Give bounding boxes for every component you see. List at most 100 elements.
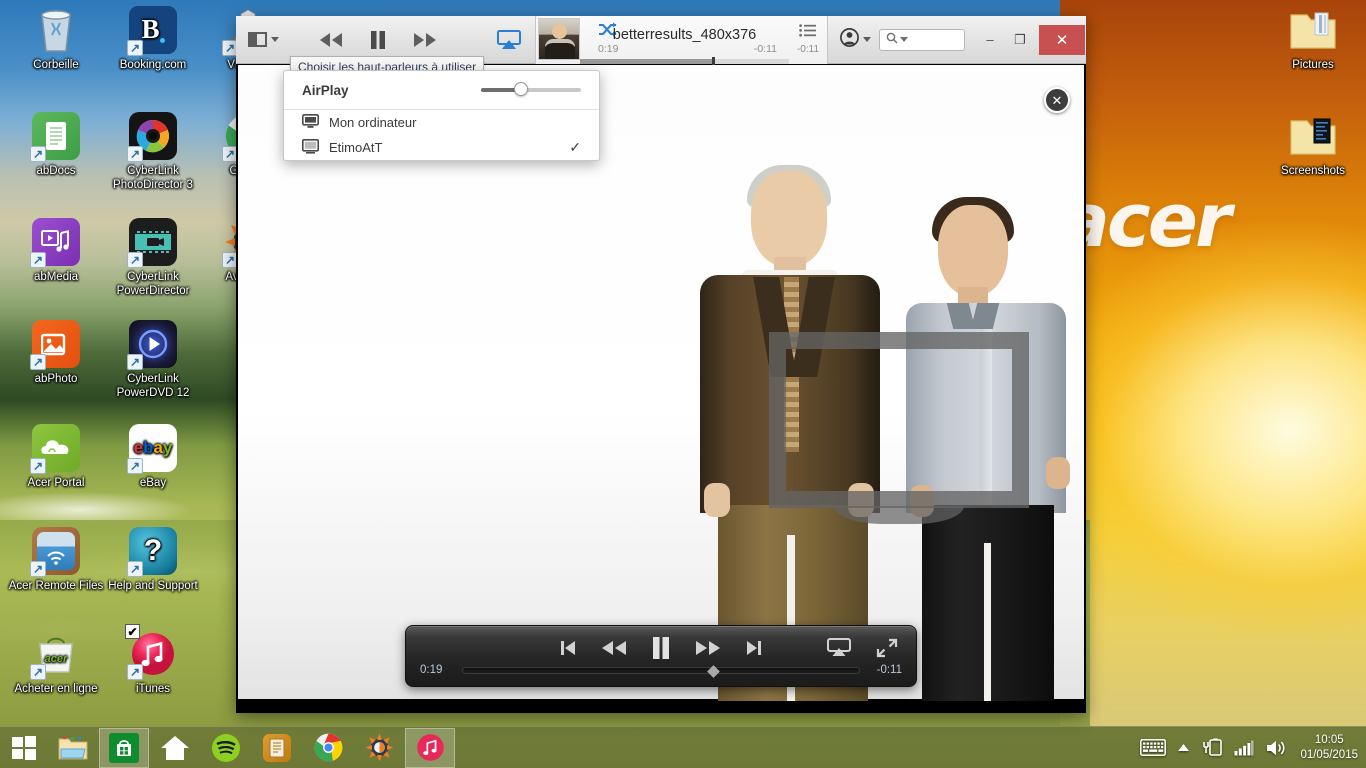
desktop-icon-cyberlink-photodirector[interactable]: ↗ CyberLink PhotoDirector 3 [105, 112, 201, 192]
clock-time: 10:05 [1314, 733, 1344, 746]
selection-checkbox[interactable]: ✔ [125, 624, 140, 639]
start-button[interactable] [0, 727, 48, 768]
desktop-icon-screenshots-folder[interactable]: Screenshots [1265, 112, 1361, 179]
taskbar-item-spotify[interactable] [201, 728, 251, 768]
system-tray: 10:05 01/05/2015 [1140, 727, 1366, 768]
desktop-icon-label: Corbeille [33, 59, 79, 71]
video-scrub-track[interactable] [462, 664, 860, 678]
desktop-icon-abdocs[interactable]: ↗ abDocs [8, 112, 104, 179]
list-icon[interactable] [799, 24, 817, 42]
elapsed-time: 0:19 [598, 42, 619, 55]
maximize-button[interactable]: ❐ [1005, 29, 1035, 51]
taskbar-item-windows-store[interactable] [99, 727, 149, 768]
taskbar-item-file-explorer[interactable] [48, 728, 98, 768]
desktop-icon-abphoto[interactable]: ↗ abPhoto [8, 320, 104, 387]
account-icon [840, 27, 859, 52]
desktop-icon-cyberlink-powerdirector[interactable]: ↗ CyberLink PowerDirector [105, 218, 201, 298]
fullscreen-icon[interactable] [876, 638, 898, 658]
airplay-device-mon-ordinateur[interactable]: Mon ordinateur [284, 110, 599, 135]
volume-knob[interactable] [513, 82, 528, 96]
taskbar-item-itunes[interactable] [405, 727, 455, 768]
video-scrub-knob[interactable] [706, 664, 720, 678]
shortcut-arrow-icon: ↗ [127, 146, 143, 162]
taskbar-item-notes[interactable] [252, 728, 302, 768]
tv-graphic-frame [769, 332, 1029, 508]
minimize-button[interactable]: – [975, 29, 1005, 51]
selected-check-icon: ✓ [569, 139, 581, 155]
album-artwork [538, 17, 580, 60]
desktop-icon-acer-remote-files[interactable]: ↗ Acer Remote Files [8, 527, 104, 594]
display-icon [302, 138, 319, 157]
desktop-icon-label: Booking.com [119, 59, 187, 71]
video-remaining-time: -0:11 [876, 664, 902, 676]
fast-forward-icon[interactable] [693, 639, 723, 657]
taskbar-item-avast[interactable] [354, 728, 404, 768]
desktop-icon-help-and-support[interactable]: ? ↗ Help and Support [105, 527, 201, 594]
desktop-icon-ebay[interactable]: e b a y ↗ eBay [105, 424, 201, 491]
airplay-button[interactable] [493, 26, 525, 54]
airplay-device-etimoatt[interactable]: EtimoAtT ✓ [284, 135, 599, 160]
desktop-icon-acer-portal[interactable]: ↗ Acer Portal [8, 424, 104, 491]
shortcut-arrow-icon: ↗ [127, 40, 143, 56]
shortcut-arrow-icon: ↗ [127, 561, 143, 577]
airplay-volume-slider[interactable] [481, 82, 581, 97]
left-person-hand-left [704, 483, 730, 517]
desktop-icon-pictures-folder[interactable]: Pictures [1265, 6, 1361, 73]
desktop-icon-booking-com[interactable]: B ↗ Booking.com [105, 6, 201, 73]
file-explorer-icon [58, 733, 88, 763]
desktop-icon-cyberlink-powerdvd[interactable]: ↗ CyberLink PowerDVD 12 [105, 320, 201, 400]
desktop-icon-label: CyberLink PhotoDirector 3 [113, 165, 193, 191]
itunes-window-controls: – ❐ ✕ [832, 24, 1086, 55]
itunes-progress-bar[interactable] [580, 56, 789, 66]
keyboard-icon[interactable] [1140, 739, 1167, 756]
booking-com-icon: B ↗ [127, 6, 177, 56]
desktop-icon-abmedia[interactable]: ↗ abMedia [8, 218, 104, 285]
taskbar: 10:05 01/05/2015 [0, 726, 1366, 768]
rewind-icon[interactable] [317, 31, 345, 49]
google-chrome-icon [313, 733, 343, 763]
video-close-button[interactable]: ✕ [1044, 87, 1070, 113]
desktop-icon-itunes[interactable]: ↗ ✔ iTunes [105, 624, 201, 697]
chevron-up-icon[interactable] [1177, 743, 1190, 752]
screenshots-folder-icon [1289, 112, 1337, 160]
taskbar-item-google-chrome[interactable] [303, 728, 353, 768]
track-title: betterresults_480x376 [612, 26, 757, 43]
computer-icon [302, 113, 319, 132]
left-person-head [751, 171, 827, 267]
search-input[interactable] [879, 28, 965, 51]
cyberlink-powerdvd-icon: ↗ [127, 320, 177, 370]
acheter-en-ligne-icon: acer ↗ [30, 630, 80, 680]
pause-icon[interactable] [369, 30, 387, 50]
battery-charging-icon[interactable] [1201, 738, 1223, 757]
signal-bars-icon[interactable] [1234, 740, 1255, 756]
skip-previous-icon[interactable] [559, 639, 577, 657]
chevron-down-icon [900, 37, 908, 42]
notes-icon [262, 733, 292, 763]
desktop-icon-label: abPhoto [34, 373, 78, 385]
airplay-icon[interactable] [826, 638, 852, 658]
cyberlink-powerdirector-icon: ↗ [127, 218, 177, 268]
desktop-icon-label: CyberLink PowerDVD 12 [116, 373, 190, 399]
desktop-icon-acheter-en-ligne[interactable]: acer ↗ Acheter en ligne [8, 630, 104, 697]
video-hud: 0:19 -0:11 [405, 625, 917, 687]
abdocs-icon: ↗ [30, 112, 80, 162]
skip-next-icon[interactable] [745, 639, 763, 657]
video-player-area[interactable]: ✕ 0:19 -0:11 [236, 65, 1086, 713]
airplay-popover: AirPlay Mon ordinateur EtimoAtT ✓ [283, 70, 600, 161]
itunes-icon: ↗ ✔ [125, 624, 177, 680]
shortcut-arrow-icon: ↗ [127, 252, 143, 268]
desktop-icon-label: abMedia [33, 271, 79, 283]
video-scrubber[interactable]: 0:19 -0:11 [420, 663, 902, 678]
fast-forward-icon[interactable] [411, 31, 439, 49]
sidebar-toggle-button[interactable] [244, 29, 283, 50]
desktop-icon-recycle-bin[interactable]: Corbeille [8, 6, 104, 73]
taskbar-item-acer-home[interactable] [150, 728, 200, 768]
close-button[interactable]: ✕ [1039, 24, 1085, 55]
pause-icon[interactable] [651, 636, 671, 660]
rewind-icon[interactable] [599, 639, 629, 657]
shortcut-arrow-icon: ↗ [30, 561, 46, 577]
clock[interactable]: 10:05 01/05/2015 [1297, 733, 1358, 763]
search-icon [886, 31, 898, 49]
account-button[interactable] [832, 27, 879, 52]
speaker-icon[interactable] [1265, 739, 1286, 757]
